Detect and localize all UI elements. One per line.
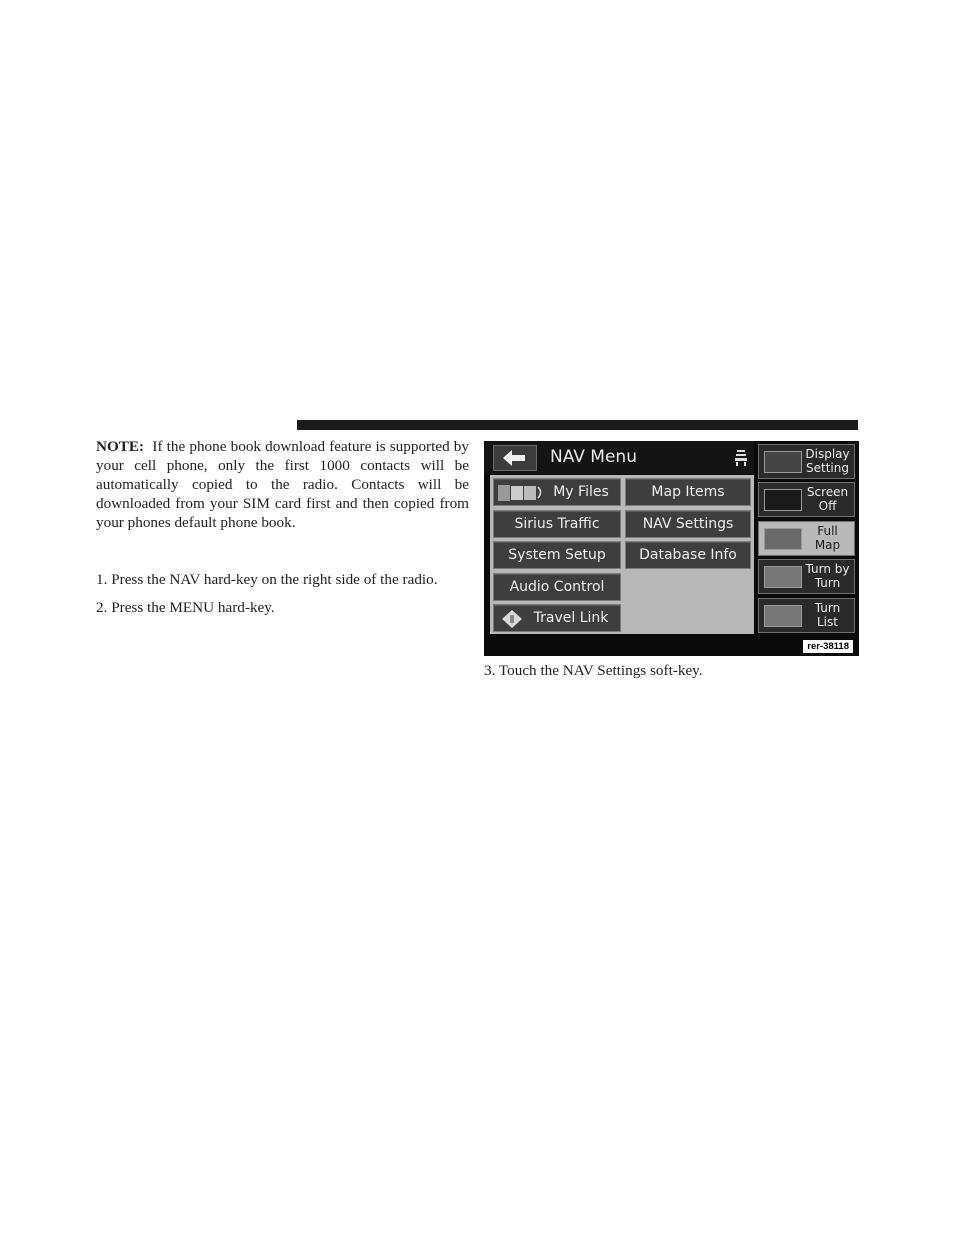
step-3: 3. Touch the NAV Settings soft-key.	[484, 662, 703, 679]
step-1: 1. Press the NAV hard-key on the right s…	[96, 571, 438, 588]
turn-by-turn-icon	[764, 566, 802, 588]
screen-off-button[interactable]: Screen Off	[758, 482, 855, 517]
turn-list-line2: List	[817, 614, 838, 629]
display-setting-line1: Display	[805, 447, 850, 461]
turn-list-button[interactable]: Turn List	[758, 598, 855, 633]
screen-off-line2: Off	[818, 498, 837, 513]
map-items-label: Map Items	[651, 484, 725, 500]
sirius-traffic-label: Sirius Traffic	[514, 516, 600, 532]
nav-settings-label: NAV Settings	[642, 516, 734, 532]
travel-link-label: Travel Link	[533, 610, 609, 626]
note-paragraph: NOTE: If the phone book download feature…	[96, 438, 469, 533]
system-setup-label: System Setup	[508, 547, 606, 563]
full-map-button[interactable]: Full Map	[758, 521, 855, 556]
screen-title: NAV Menu	[550, 447, 637, 467]
arrow-left-icon	[503, 450, 525, 466]
header-rule	[297, 420, 858, 430]
audio-control-button[interactable]: Audio Control	[493, 573, 621, 601]
back-button[interactable]	[493, 445, 537, 471]
nav-menu-screenshot: NAV Menu My Files Map Items Sirius Traff…	[484, 441, 859, 656]
database-info-label: Database Info	[639, 547, 737, 563]
screen-header: NAV Menu	[484, 441, 754, 474]
full-map-line1: Full	[817, 524, 838, 538]
travel-link-icon	[502, 610, 522, 628]
full-map-icon	[764, 528, 802, 550]
turn-list-icon	[764, 605, 802, 627]
travel-link-button[interactable]: Travel Link	[493, 604, 621, 632]
turn-by-turn-button[interactable]: Turn by Turn	[758, 559, 855, 594]
note-label: NOTE:	[96, 438, 145, 455]
turn-list-line1: Turn	[814, 601, 841, 615]
screen-off-icon	[764, 489, 802, 511]
display-setting-icon	[764, 451, 802, 473]
display-setting-line2: Setting	[806, 460, 849, 475]
nav-settings-button[interactable]: NAV Settings	[625, 510, 751, 538]
sirius-traffic-button[interactable]: Sirius Traffic	[493, 510, 621, 538]
system-setup-button[interactable]: System Setup	[493, 541, 621, 569]
display-setting-button[interactable]: Display Setting	[758, 444, 855, 479]
screen-off-line1: Screen	[806, 485, 849, 499]
step-2: 2. Press the MENU hard-key.	[96, 599, 275, 616]
music-files-icon	[498, 485, 542, 501]
full-map-line2: Map	[814, 537, 841, 552]
map-items-button[interactable]: Map Items	[625, 478, 751, 506]
audio-control-label: Audio Control	[509, 579, 605, 595]
turn-by-turn-line2: Turn	[814, 575, 841, 590]
seat-icon	[735, 450, 747, 466]
note-text: If the phone book download feature is su…	[96, 438, 469, 531]
my-files-label: My Files	[553, 484, 609, 500]
database-info-button[interactable]: Database Info	[625, 541, 751, 569]
figure-code: rer-38118	[803, 640, 853, 653]
my-files-button[interactable]: My Files	[493, 478, 621, 506]
turn-by-turn-line1: Turn by	[805, 562, 850, 576]
